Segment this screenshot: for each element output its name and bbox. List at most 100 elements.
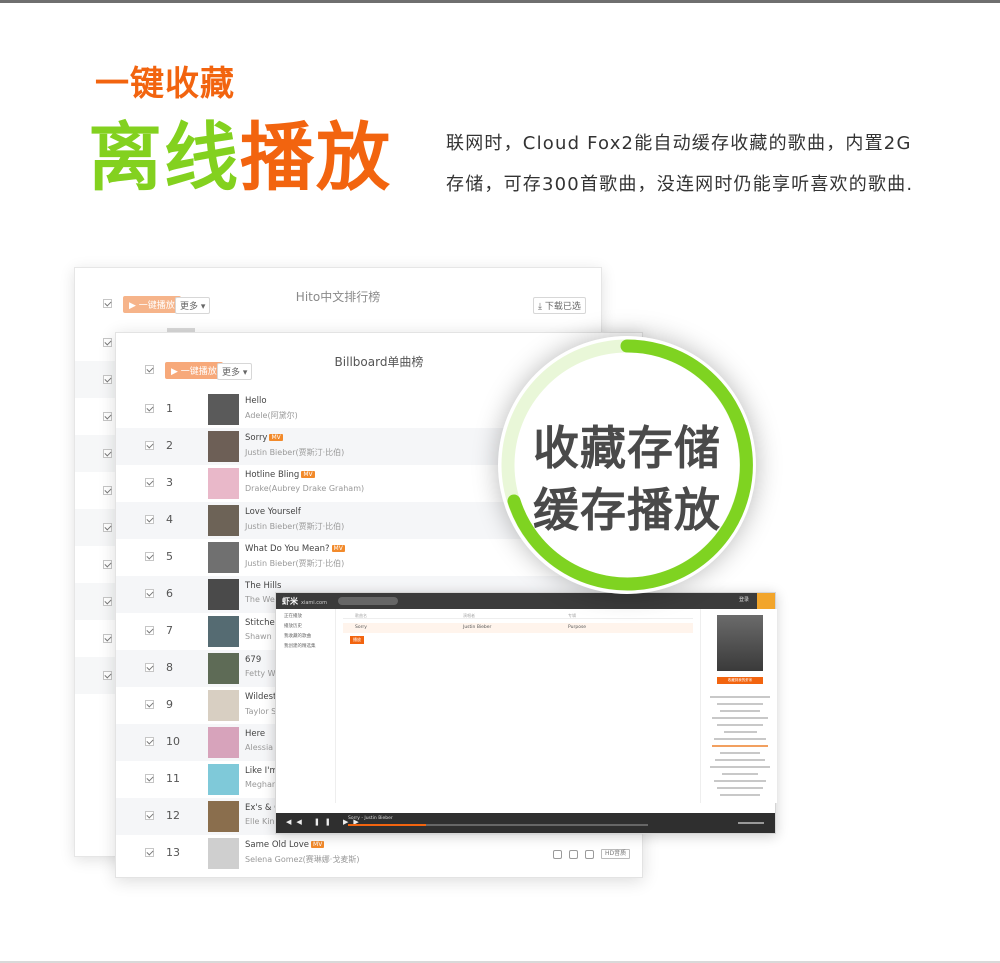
row-checkbox[interactable] — [145, 626, 154, 635]
row-checkbox[interactable] — [145, 700, 154, 709]
favorite-button[interactable]: 收藏到我的虾米 — [717, 677, 763, 684]
song-title: Hotline Bling MV — [245, 470, 315, 480]
lyrics-lines — [707, 691, 773, 796]
row-checkbox[interactable] — [103, 560, 112, 569]
player-header: 虾米 xiami.com 登录 — [276, 593, 775, 609]
song-title: Same Old Love MV — [245, 840, 325, 850]
song-title: Hello — [245, 396, 267, 406]
player-search-input[interactable] — [338, 597, 398, 605]
album-cover — [717, 615, 763, 671]
song-title: 679 — [245, 655, 262, 665]
album-thumbnail — [208, 542, 239, 573]
song-artist: Justin Bieber(贾斯汀·比伯) — [245, 448, 345, 457]
progress-bar[interactable] — [348, 824, 648, 826]
album-thumbnail — [208, 616, 239, 647]
row-checkbox[interactable] — [145, 404, 154, 413]
row-checkbox[interactable] — [103, 375, 112, 384]
volume-slider[interactable] — [738, 822, 764, 824]
song-artist: Selena Gomez(赛琳娜·戈麦斯) — [245, 855, 360, 864]
song-title: Love Yourself — [245, 507, 301, 517]
login-link[interactable]: 登录 — [739, 596, 749, 603]
sidebar-item[interactable]: 播放历史 — [276, 619, 335, 629]
song-title: Sorry MV — [245, 433, 283, 443]
player-logo: 虾米 xiami.com — [282, 597, 327, 606]
top-divider — [0, 0, 1000, 3]
row-rank: 2 — [166, 439, 173, 452]
row-checkbox[interactable] — [145, 589, 154, 598]
row-actions: HD音质 — [553, 849, 631, 859]
row-checkbox[interactable] — [103, 671, 112, 680]
play-button[interactable]: 播放 — [350, 636, 364, 644]
row-checkbox[interactable] — [145, 441, 154, 450]
row-checkbox[interactable] — [103, 597, 112, 606]
download-selected-button[interactable]: ⤓ 下载已选 — [533, 297, 586, 314]
mv-badge[interactable]: MV — [311, 841, 325, 848]
row-checkbox[interactable] — [103, 523, 112, 532]
user-icon[interactable] — [757, 593, 775, 609]
badge-line-2: 缓存播放 — [533, 483, 721, 537]
lyrics-panel: 收藏到我的虾米 — [700, 609, 777, 803]
song-title: Here — [245, 729, 266, 739]
album-thumbnail — [208, 653, 239, 684]
album-thumbnail — [208, 838, 239, 869]
row-checkbox[interactable] — [145, 774, 154, 783]
download-icon[interactable] — [569, 849, 578, 859]
sidebar-item[interactable]: 我收藏的歌曲 — [276, 629, 335, 639]
player-playlist: 歌曲名 演唱者 专辑 Sorry Justin Bieber Purpose 播… — [338, 609, 698, 803]
hero-title: 离线播放 — [88, 110, 392, 206]
row-rank: 7 — [166, 624, 173, 637]
row-rank: 13 — [166, 846, 180, 859]
hero-title-orange: 播放 — [240, 115, 392, 201]
player-sidebar: 正在播放 播放历史 我收藏的歌曲 我创建的精选集 — [276, 609, 336, 803]
row-checkbox[interactable] — [103, 338, 112, 347]
mv-badge[interactable]: MV — [269, 434, 283, 441]
more-dropdown[interactable]: 更多 ▾ — [217, 363, 253, 380]
select-all-checkbox[interactable] — [103, 299, 112, 308]
row-checkbox[interactable] — [145, 515, 154, 524]
now-playing-text: Sorry - Justin Bieber — [348, 816, 393, 821]
row-checkbox[interactable] — [103, 634, 112, 643]
hero-description: 联网时，Cloud Fox2能自动缓存收藏的歌曲，内置2G 存储，可存300首歌… — [446, 123, 966, 205]
playlist-row[interactable]: Sorry Justin Bieber Purpose — [343, 623, 693, 633]
album-thumbnail — [208, 801, 239, 832]
row-rank: 9 — [166, 698, 173, 711]
row-rank: 11 — [166, 772, 180, 785]
mv-badge[interactable]: MV — [331, 545, 345, 552]
badge-line-1: 收藏存储 — [533, 421, 721, 475]
album-thumbnail — [208, 505, 239, 536]
quality-select[interactable]: HD音质 — [601, 849, 631, 859]
hero-subtitle: 一键收藏 — [95, 64, 235, 104]
album-thumbnail — [208, 727, 239, 758]
song-artist: Justin Bieber(贾斯汀·比伯) — [245, 559, 345, 568]
playlist-header: 歌曲名 演唱者 专辑 — [343, 613, 693, 619]
row-checkbox[interactable] — [145, 663, 154, 672]
row-rank: 4 — [166, 513, 173, 526]
more-dropdown[interactable]: 更多 ▾ — [175, 297, 211, 314]
row-checkbox[interactable] — [103, 412, 112, 421]
progress-fill — [348, 824, 426, 826]
song-artist: Adele(阿黛尔) — [245, 411, 298, 420]
album-thumbnail — [208, 394, 239, 425]
album-thumbnail — [208, 579, 239, 610]
play-all-button[interactable]: ▶ 一键播放 — [165, 362, 223, 379]
row-checkbox[interactable] — [103, 486, 112, 495]
sidebar-item[interactable]: 我创建的精选集 — [276, 639, 335, 649]
row-checkbox[interactable] — [103, 449, 112, 458]
add-icon[interactable] — [585, 849, 594, 859]
row-checkbox[interactable] — [145, 848, 154, 857]
desc-line-2: 存储，可存300首歌曲，没连网时仍能享听喜欢的歌曲. — [446, 174, 914, 195]
table-row[interactable]: 13 Same Old Love MV Selena Gomez(赛琳娜·戈麦斯) HD… — [116, 835, 642, 872]
row-checkbox[interactable] — [145, 811, 154, 820]
album-thumbnail — [208, 690, 239, 721]
mv-badge[interactable]: MV — [301, 471, 315, 478]
select-all-checkbox[interactable] — [145, 365, 154, 374]
row-rank: 6 — [166, 587, 173, 600]
row-checkbox[interactable] — [145, 478, 154, 487]
sidebar-item[interactable]: 正在播放 — [276, 609, 335, 619]
play-all-button[interactable]: ▶ 一键播放 — [123, 296, 181, 313]
row-checkbox[interactable] — [145, 737, 154, 746]
listen-icon[interactable] — [553, 849, 562, 859]
song-artist: Justin Bieber(贾斯汀·比伯) — [245, 522, 345, 531]
row-checkbox[interactable] — [145, 552, 154, 561]
row-rank: 3 — [166, 476, 173, 489]
